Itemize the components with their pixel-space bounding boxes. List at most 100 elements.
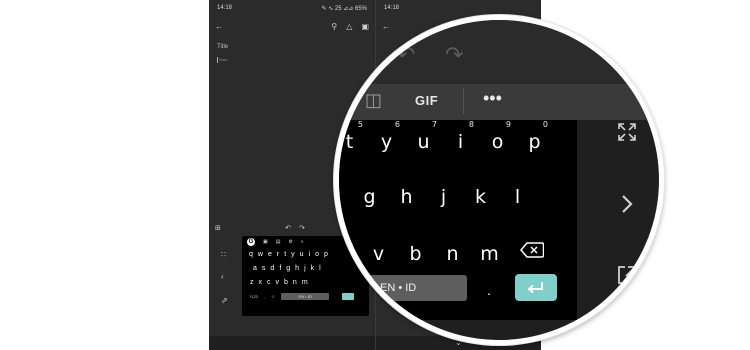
period-key[interactable]: . bbox=[487, 275, 499, 301]
redo-icon[interactable]: ↷ bbox=[299, 224, 305, 232]
theme-icon[interactable]: ◐ bbox=[301, 239, 304, 245]
key-hint: 9 bbox=[505, 120, 511, 129]
key-row-2: fg h j k l bbox=[339, 177, 552, 217]
mini-key-s[interactable]: s bbox=[262, 265, 266, 272]
keyboard-toolbar: ◫ GIF ••• bbox=[339, 84, 659, 120]
key-hint: 5 bbox=[357, 120, 363, 129]
note-placeholder: Note bbox=[219, 57, 228, 63]
mini-key-k[interactable]: k bbox=[311, 265, 315, 272]
key-n[interactable]: n bbox=[434, 234, 471, 274]
key-label: y bbox=[380, 131, 393, 153]
mini-emoji-icon[interactable]: ☺ bbox=[271, 294, 275, 299]
mini-key-q[interactable]: q bbox=[249, 251, 253, 258]
back-icon[interactable]: ← bbox=[381, 26, 390, 36]
popout-icon[interactable] bbox=[616, 264, 638, 286]
key-label: t bbox=[345, 131, 354, 153]
mini-key-x[interactable]: x bbox=[259, 279, 263, 286]
status-time-2: 14:18 bbox=[384, 5, 400, 11]
mini-key-p[interactable]: p bbox=[324, 251, 328, 258]
mini-key-v[interactable]: v bbox=[276, 279, 280, 286]
toolbar-divider bbox=[463, 88, 464, 114]
note-field[interactable]: Note bbox=[217, 57, 227, 63]
status-bar-2: 14:18 bbox=[384, 5, 533, 15]
nav-bar bbox=[209, 336, 375, 350]
mini-key-m[interactable]: m bbox=[302, 279, 308, 286]
mini-key-a[interactable]: a bbox=[253, 265, 257, 272]
undo-icon[interactable]: ↶ bbox=[285, 224, 291, 232]
key-hint: 0 bbox=[542, 120, 548, 129]
key-l[interactable]: l bbox=[499, 177, 536, 217]
back-icon[interactable]: ← bbox=[215, 22, 223, 31]
clipboard-icon[interactable]: ▤ bbox=[276, 239, 281, 245]
mini-key-t[interactable]: t bbox=[284, 251, 286, 258]
expand-dots-icon[interactable]: ∷ bbox=[221, 250, 226, 259]
mini-key-d[interactable]: d bbox=[270, 265, 274, 272]
enter-key[interactable] bbox=[515, 274, 557, 301]
settings-icon[interactable]: ⚙ bbox=[288, 239, 292, 245]
mini-comma-key[interactable]: , bbox=[264, 294, 265, 299]
key-row-1: t5y6u7i8o9p0 bbox=[339, 120, 569, 162]
key-v[interactable]: v bbox=[360, 234, 397, 274]
key-h[interactable]: h bbox=[388, 177, 425, 217]
key-label: i bbox=[457, 131, 464, 153]
key-p[interactable]: p0 bbox=[516, 120, 553, 162]
sticker-icon[interactable]: ▣ bbox=[263, 239, 268, 245]
gif-button[interactable]: GIF bbox=[415, 93, 438, 108]
popout-icon[interactable]: ⇗ bbox=[221, 296, 228, 305]
pin-icon[interactable]: ⚲ bbox=[331, 22, 337, 31]
title-field[interactable]: Title bbox=[217, 44, 228, 50]
mini-key-l[interactable]: l bbox=[319, 265, 321, 272]
key-label: o bbox=[491, 131, 504, 153]
key-o[interactable]: o9 bbox=[479, 120, 516, 162]
chevron-right-icon[interactable] bbox=[620, 194, 634, 214]
mini-key-w[interactable]: w bbox=[258, 251, 263, 258]
key-i[interactable]: i8 bbox=[442, 120, 479, 162]
key-m[interactable]: m bbox=[471, 234, 508, 274]
key-label: m bbox=[480, 243, 499, 265]
key-label: v bbox=[372, 243, 385, 265]
chevron-left-icon[interactable]: ‹ bbox=[221, 272, 224, 281]
key-y[interactable]: y6 bbox=[368, 120, 405, 162]
backspace-icon[interactable] bbox=[520, 242, 544, 258]
key-label: p bbox=[528, 131, 541, 153]
key-b[interactable]: b bbox=[397, 234, 434, 274]
undo-icon[interactable]: ↶ bbox=[397, 42, 415, 68]
status-indicators: ✎ ∿ 25 ⊿⊿ 65% bbox=[321, 6, 367, 12]
status-time: 14:18 bbox=[217, 5, 233, 11]
mini-key-n[interactable]: n bbox=[293, 279, 297, 286]
mini-key-f[interactable]: f bbox=[279, 265, 281, 272]
mini-period-key[interactable]: . bbox=[335, 294, 336, 299]
key-g[interactable]: g bbox=[351, 177, 388, 217]
sticker-off-icon[interactable]: ◫ bbox=[365, 90, 382, 111]
google-logo-icon[interactable]: G bbox=[247, 237, 255, 246]
expand-icon[interactable] bbox=[617, 122, 637, 142]
key-k[interactable]: k bbox=[462, 177, 499, 217]
more-options-button[interactable]: ••• bbox=[483, 88, 502, 109]
key-label: l bbox=[514, 186, 521, 208]
key-f[interactable]: f bbox=[339, 177, 351, 217]
key-label: g bbox=[363, 186, 376, 208]
mini-key-e[interactable]: e bbox=[268, 251, 272, 258]
redo-icon[interactable]: ↷ bbox=[445, 42, 463, 68]
mini-key-g[interactable]: g bbox=[286, 265, 290, 272]
mini-key-y[interactable]: y bbox=[291, 251, 295, 258]
mini-key-i[interactable]: i bbox=[309, 251, 311, 258]
mini-key-c[interactable]: c bbox=[267, 279, 271, 286]
mini-key-j[interactable]: j bbox=[304, 265, 306, 272]
space-key[interactable]: EN • ID bbox=[367, 275, 467, 301]
text-cursor bbox=[217, 57, 218, 63]
key-t[interactable]: t5 bbox=[339, 120, 368, 162]
mini-key-h[interactable]: h bbox=[295, 265, 299, 272]
mini-key-b[interactable]: b bbox=[284, 279, 288, 286]
key-label: n bbox=[446, 243, 459, 265]
key-label: j bbox=[440, 186, 447, 208]
mini-key-z[interactable]: z bbox=[250, 279, 254, 286]
mini-symbols-key[interactable]: ?123 bbox=[249, 294, 258, 299]
mini-key-r[interactable]: r bbox=[277, 251, 279, 258]
mini-key-u[interactable]: u bbox=[300, 251, 304, 258]
mini-key-o[interactable]: o bbox=[315, 251, 319, 258]
mini-space-key[interactable]: EN • ID bbox=[281, 292, 330, 300]
add-icon[interactable]: ⊞ bbox=[215, 224, 221, 232]
key-u[interactable]: u7 bbox=[405, 120, 442, 162]
key-j[interactable]: j bbox=[425, 177, 462, 217]
